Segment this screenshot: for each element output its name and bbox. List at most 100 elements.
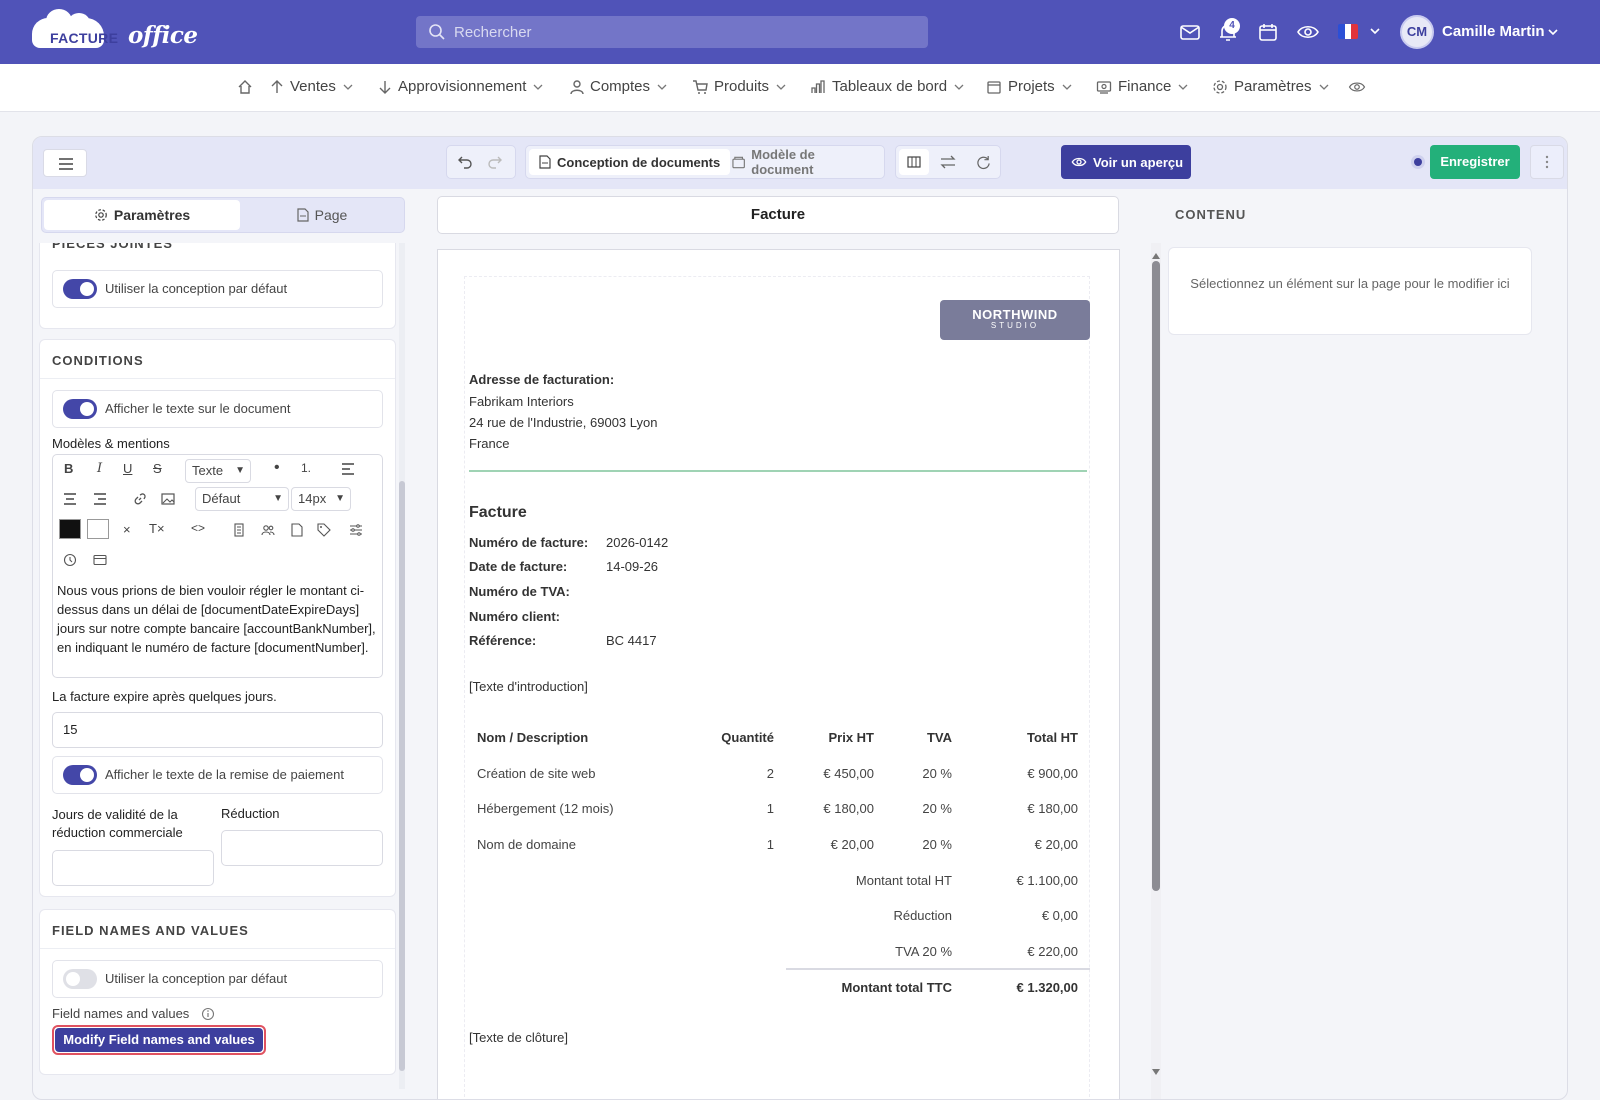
chevron-down-icon [954,84,964,90]
toggle-switch[interactable] [63,969,97,989]
toggle-switch[interactable] [63,279,97,299]
users-icon[interactable] [261,523,275,537]
avatar[interactable]: CM [1400,15,1434,49]
align-center-icon[interactable] [63,493,77,505]
billing-address-label: Adresse de facturation: [469,372,615,387]
validity-days-input[interactable] [52,850,214,886]
user-name[interactable]: Camille Martin [1442,23,1545,40]
chevron-down-icon[interactable] [1546,25,1560,39]
mail-icon[interactable] [1178,20,1202,44]
nav-item-finance[interactable]: Finance [1096,78,1189,95]
search-input[interactable] [454,16,914,48]
bold-icon[interactable]: B [64,461,73,476]
underline-icon[interactable]: U [123,461,132,476]
undo-icon[interactable] [457,154,473,170]
nav-item-parametres[interactable]: Paramètres [1212,78,1330,95]
company-logo[interactable]: NORTHWIND STUDIO [940,300,1090,340]
clear-color-icon[interactable]: × [123,522,131,537]
strikethrough-icon[interactable]: S [153,461,162,476]
search-bar[interactable] [416,16,928,48]
intro-text-placeholder[interactable]: [Texte d'introduction] [469,679,588,694]
code-icon[interactable]: <> [191,521,205,535]
background-color-swatch[interactable] [87,519,109,539]
numbered-list-icon[interactable]: 1. [301,461,311,475]
tab-document-template[interactable]: Modèle de document [722,147,884,177]
nav-item-tableaux-de-bord[interactable]: Tableaux de bord [810,78,965,95]
document-scrollbar[interactable] [1151,243,1161,1099]
toggle-switch[interactable] [63,765,97,785]
nav-item-approvisionnement[interactable]: Approvisionnement [378,78,544,95]
building-icon[interactable] [233,523,245,537]
conditions-text-area[interactable]: Nous vous prions de bien vouloir régler … [53,581,382,657]
preview-label: Voir un aperçu [1093,154,1184,170]
left-scrollbar[interactable] [399,243,405,1089]
swap-icon[interactable] [940,155,956,169]
card-icon[interactable] [93,553,107,567]
table-row[interactable]: Nom de domaine 1 € 20,00 20 % € 20,00 [464,837,1090,857]
document-canvas[interactable]: NORTHWIND STUDIO Adresse de facturation:… [437,249,1120,1099]
font-select[interactable]: Défaut ▼ [195,487,289,511]
refresh-icon[interactable] [976,155,991,170]
align-right-icon[interactable] [93,493,107,505]
eye-icon[interactable] [1296,20,1320,44]
image-icon[interactable] [161,492,175,506]
closing-text-placeholder[interactable]: [Texte de clôture] [469,1030,568,1045]
toggle-switch[interactable] [63,399,97,419]
nav-item-projets[interactable]: Projets [986,78,1073,95]
reduction-input[interactable] [221,830,383,866]
show-text-toggle-row[interactable]: Afficher le texte sur le document [52,390,383,428]
invoice-field-value: BC 4417 [606,633,657,648]
attachments-default-design-toggle-row[interactable]: Utiliser la conception par défaut [52,270,383,308]
modify-field-names-button[interactable]: Modify Field names and values [52,1025,266,1055]
calendar-icon [987,80,1001,94]
language-flag-icon[interactable] [1338,24,1358,39]
rich-text-editor[interactable]: B I U S Texte ▼ • 1. Défaut ▼ 14px ▼ × T… [52,454,383,678]
document-field-icon[interactable] [291,523,303,537]
bullet-list-icon[interactable]: • [274,459,280,477]
nav-item-comptes[interactable]: Comptes [570,78,668,95]
tab-settings[interactable]: Paramètres [44,200,240,230]
text-style-select[interactable]: Texte ▼ [185,459,251,483]
nav-item-produits[interactable]: Produits [692,78,787,95]
eye-icon[interactable] [1348,78,1366,96]
link-icon[interactable] [133,492,147,506]
align-left-icon[interactable] [341,463,355,475]
settings-scroll-area[interactable]: PIÈCES JOINTES Utiliser la conception pa… [33,243,405,1099]
tab-document-design[interactable]: Conception de documents [529,149,731,175]
clock-icon[interactable] [63,553,77,567]
table-cell: 20 % [922,837,952,852]
info-icon[interactable] [201,1007,215,1021]
preview-button[interactable]: Voir un aperçu [1061,145,1191,179]
scroll-up-arrow-icon[interactable] [1152,253,1160,259]
save-button[interactable]: Enregistrer [1430,145,1520,179]
scroll-down-arrow-icon[interactable] [1152,1069,1160,1075]
chevron-down-icon[interactable] [1368,24,1382,38]
calendar-icon[interactable] [1256,20,1280,44]
cart-icon [693,79,708,94]
columns-view-button[interactable] [899,149,929,175]
sliders-icon[interactable] [349,523,363,537]
redo-icon[interactable] [487,154,503,170]
logo-main-text: NORTHWIND [972,307,1058,322]
nav-item-ventes[interactable]: Ventes [270,78,354,95]
font-size-select[interactable]: 14px ▼ [291,487,351,511]
show-discount-toggle-row[interactable]: Afficher le texte de la remise de paieme… [52,756,383,794]
italic-icon[interactable]: I [97,461,102,476]
column-header: Nom / Description [477,730,589,745]
menu-button[interactable] [43,149,87,177]
more-options-button[interactable] [1530,145,1564,179]
expire-days-input[interactable]: 15 [52,712,383,748]
scrollbar-thumb[interactable] [399,481,405,1071]
field-names-default-design-toggle-row[interactable]: Utiliser la conception par défaut [52,960,383,998]
app-logo[interactable]: FACTURE office [32,9,198,50]
home-icon[interactable] [236,78,254,96]
logo-text-facture: FACTURE [50,30,119,46]
table-row[interactable]: Hébergement (12 mois) 1 € 180,00 20 % € … [464,801,1090,821]
clear-format-icon[interactable]: T× [149,521,165,536]
tag-icon[interactable] [317,523,331,537]
scrollbar-thumb[interactable] [1152,261,1160,891]
nav-label: Produits [714,78,770,95]
tab-page[interactable]: Page [242,200,402,230]
table-row[interactable]: Création de site web 2 € 450,00 20 % € 9… [464,766,1090,786]
text-color-swatch[interactable] [59,519,81,539]
